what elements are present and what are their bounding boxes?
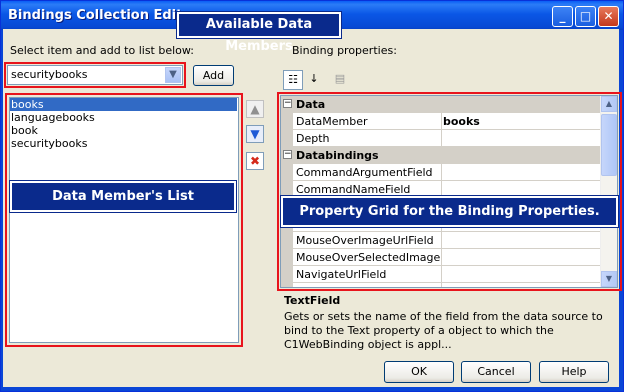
binding-properties-label: Binding properties: [292, 44, 397, 57]
instruction-label: Select item and add to list below: [10, 44, 195, 57]
arrow-down-icon: ▼ [250, 127, 260, 141]
help-button[interactable]: Help [539, 361, 609, 383]
delete-button[interactable]: ✖ [246, 152, 264, 170]
close-button[interactable]: ✕ [598, 6, 619, 27]
categorized-icon[interactable]: ☷ [283, 70, 303, 90]
highlight-grid [277, 92, 622, 291]
highlight-list [5, 93, 243, 347]
ok-button[interactable]: OK [384, 361, 454, 383]
callout-data-member-list: Data Member's List [9, 180, 237, 213]
delete-icon: ✖ [249, 154, 261, 168]
callout-property-grid: Property Grid for the Binding Properties… [280, 195, 619, 228]
window-title: Bindings Collection Editor [8, 8, 198, 23]
move-up-button[interactable]: ▲ [246, 100, 264, 118]
description-panel: TextField Gets or sets the name of the f… [280, 291, 618, 351]
arrow-up-icon: ▲ [250, 102, 260, 116]
callout-available-data-members: Available Data Members [176, 11, 342, 54]
maximize-button[interactable]: □ [575, 6, 596, 27]
minimize-button[interactable]: _ [552, 6, 573, 27]
description-text: Gets or sets the name of the field from … [284, 310, 603, 351]
highlight-combo [4, 62, 186, 88]
add-button[interactable]: Add [193, 65, 234, 86]
description-title: TextField [284, 294, 341, 307]
cancel-button[interactable]: Cancel [461, 361, 531, 383]
move-down-button[interactable]: ▼ [246, 125, 264, 143]
alphabetical-icon[interactable]: ↓ [304, 70, 324, 90]
property-pages-icon[interactable]: ▤ [330, 70, 350, 90]
